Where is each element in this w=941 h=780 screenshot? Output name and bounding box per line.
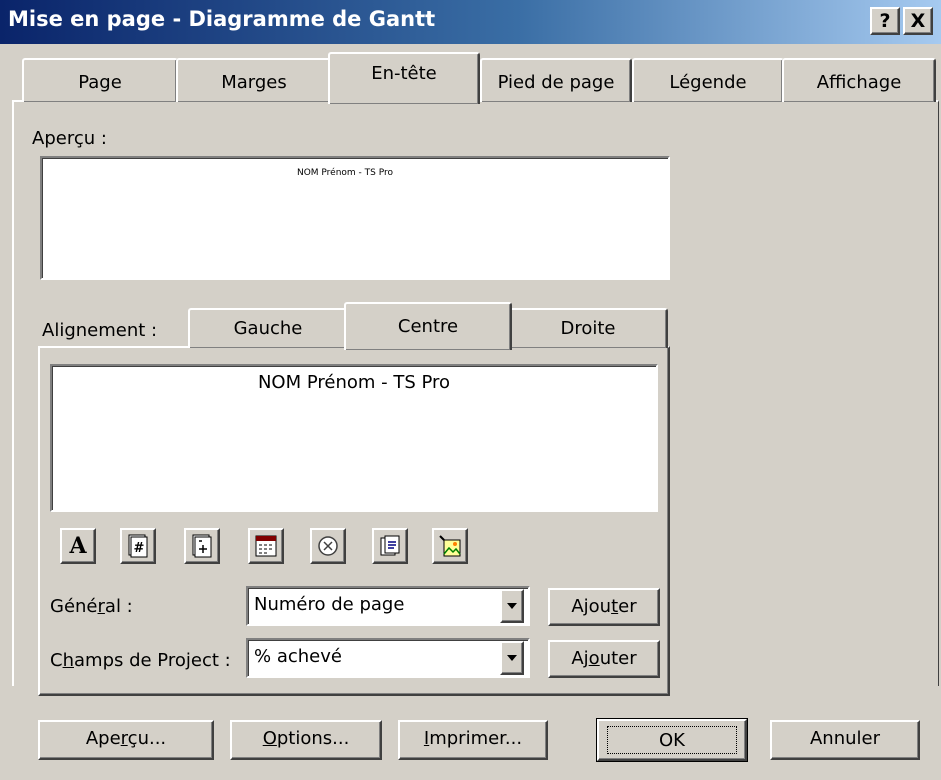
- format-text-icon[interactable]: A: [60, 528, 96, 564]
- print-button[interactable]: Imprimer...: [398, 720, 548, 760]
- subtab-droite[interactable]: Droite: [508, 308, 668, 348]
- project-fields-label: Champs de Project :: [50, 650, 231, 671]
- options-button[interactable]: Options...: [230, 720, 382, 760]
- add-project-field-button[interactable]: Ajouter: [548, 640, 660, 678]
- ok-button-frame[interactable]: OK: [596, 718, 748, 762]
- total-pages-icon[interactable]: [184, 528, 220, 564]
- tab-affichage[interactable]: Affichage: [782, 58, 936, 102]
- alignment-label: Alignement :: [42, 320, 158, 341]
- preview-button[interactable]: Aperçu...: [38, 720, 214, 760]
- add-general-button[interactable]: Ajouter: [548, 588, 660, 626]
- window-title: Mise en page - Diagramme de Gantt: [8, 7, 436, 31]
- title-bar: Mise en page - Diagramme de Gantt ? X: [0, 0, 941, 44]
- chevron-down-icon: [507, 655, 517, 661]
- close-button[interactable]: X: [903, 7, 933, 35]
- general-select-value: Numéro de page: [254, 594, 405, 615]
- general-select[interactable]: Numéro de page: [246, 586, 530, 626]
- project-fields-dropdown-button[interactable]: [500, 641, 524, 675]
- help-button[interactable]: ?: [870, 7, 900, 35]
- date-icon[interactable]: [248, 528, 284, 564]
- time-icon[interactable]: [310, 528, 346, 564]
- subtab-centre[interactable]: Centre: [344, 302, 512, 350]
- file-name-icon[interactable]: [372, 528, 408, 564]
- cancel-button[interactable]: Annuler: [770, 720, 920, 760]
- tab-marges[interactable]: Marges: [176, 58, 332, 102]
- project-fields-select-value: % achevé: [254, 646, 342, 667]
- general-dropdown-button[interactable]: [500, 589, 524, 623]
- header-text-editor[interactable]: NOM Prénom - TS Pro: [50, 364, 658, 512]
- chevron-down-icon: [507, 603, 517, 609]
- subtab-gauche[interactable]: Gauche: [188, 308, 348, 348]
- tab-page[interactable]: Page: [22, 58, 178, 102]
- svg-text:#: #: [134, 541, 145, 556]
- tab-pied-de-page[interactable]: Pied de page: [480, 58, 632, 102]
- preview-text: NOM Prénom - TS Pro: [296, 168, 394, 178]
- preview-box: NOM Prénom - TS Pro: [40, 156, 670, 280]
- tab-en-tete[interactable]: En-tête: [328, 52, 480, 104]
- project-fields-select[interactable]: % achevé: [246, 638, 530, 678]
- header-text: NOM Prénom - TS Pro: [257, 372, 451, 393]
- insert-picture-icon[interactable]: [432, 528, 468, 564]
- preview-label: Aperçu :: [32, 128, 107, 149]
- ok-button[interactable]: OK: [607, 726, 737, 754]
- general-label: Général :: [50, 596, 133, 617]
- tab-legende[interactable]: Légende: [632, 58, 784, 102]
- page-number-icon[interactable]: #: [120, 528, 156, 564]
